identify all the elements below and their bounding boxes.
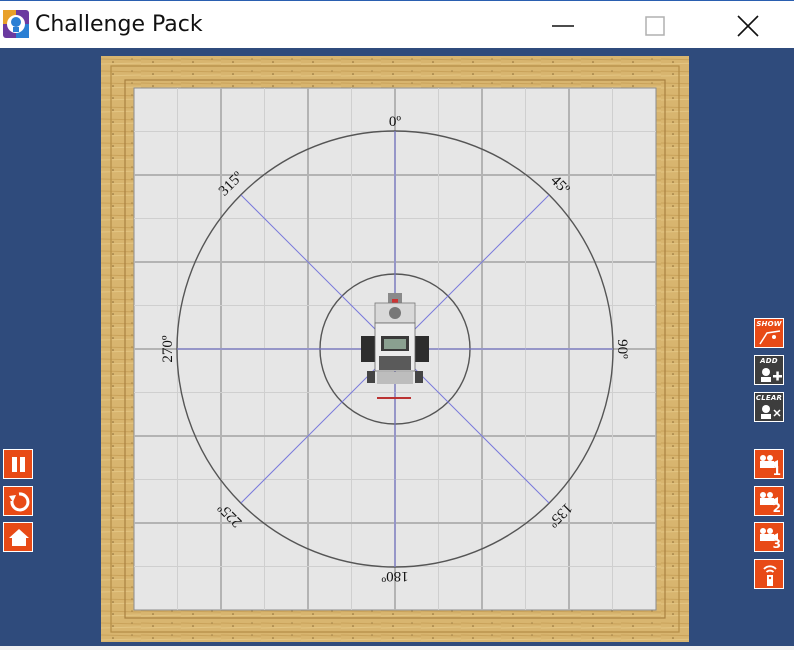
camera-2-label: 2 [772,501,781,515]
minimize-button[interactable] [539,1,585,49]
remote-control-icon [763,565,777,586]
minimize-icon [552,25,574,27]
simulation-arena[interactable]: 0º 45º 90º 135º 180º 225º 270º 315º [101,56,689,642]
robot-app-icon [2,9,30,39]
maximize-button[interactable] [631,1,677,49]
remote-control-button[interactable] [754,559,784,589]
bottom-edge [0,646,794,650]
pause-icon [12,457,25,472]
camera-3-label: 3 [772,537,781,551]
close-button[interactable] [724,1,770,49]
window-title: Challenge Pack [35,12,203,37]
restart-icon [9,492,30,512]
angle-label-0: 0º [389,114,402,130]
home-button[interactable] [3,522,33,552]
camera-1-label: 1 [772,464,781,478]
clear-robots-button[interactable]: CLEAR [754,392,784,422]
restart-button[interactable] [3,486,33,516]
angle-label-270: 270º [160,335,176,363]
add-robot-button[interactable]: ADD [754,355,784,385]
pause-button[interactable] [3,449,33,479]
camera-3-button[interactable]: 3 [754,522,784,552]
close-icon [737,15,759,37]
angle-label-180: 180º [381,568,409,584]
camera-1-button[interactable]: 1 [754,449,784,479]
camera-2-button[interactable]: 2 [754,486,784,516]
show-trail-button[interactable]: SHOW [754,318,784,348]
title-bar: Challenge Pack [0,0,794,48]
trail-icon [759,330,781,345]
add-robot-icon [761,368,782,382]
maximize-icon [645,16,665,36]
angle-label-90: 90º [614,339,630,359]
home-icon [9,529,29,546]
clear-robot-icon [761,405,781,419]
